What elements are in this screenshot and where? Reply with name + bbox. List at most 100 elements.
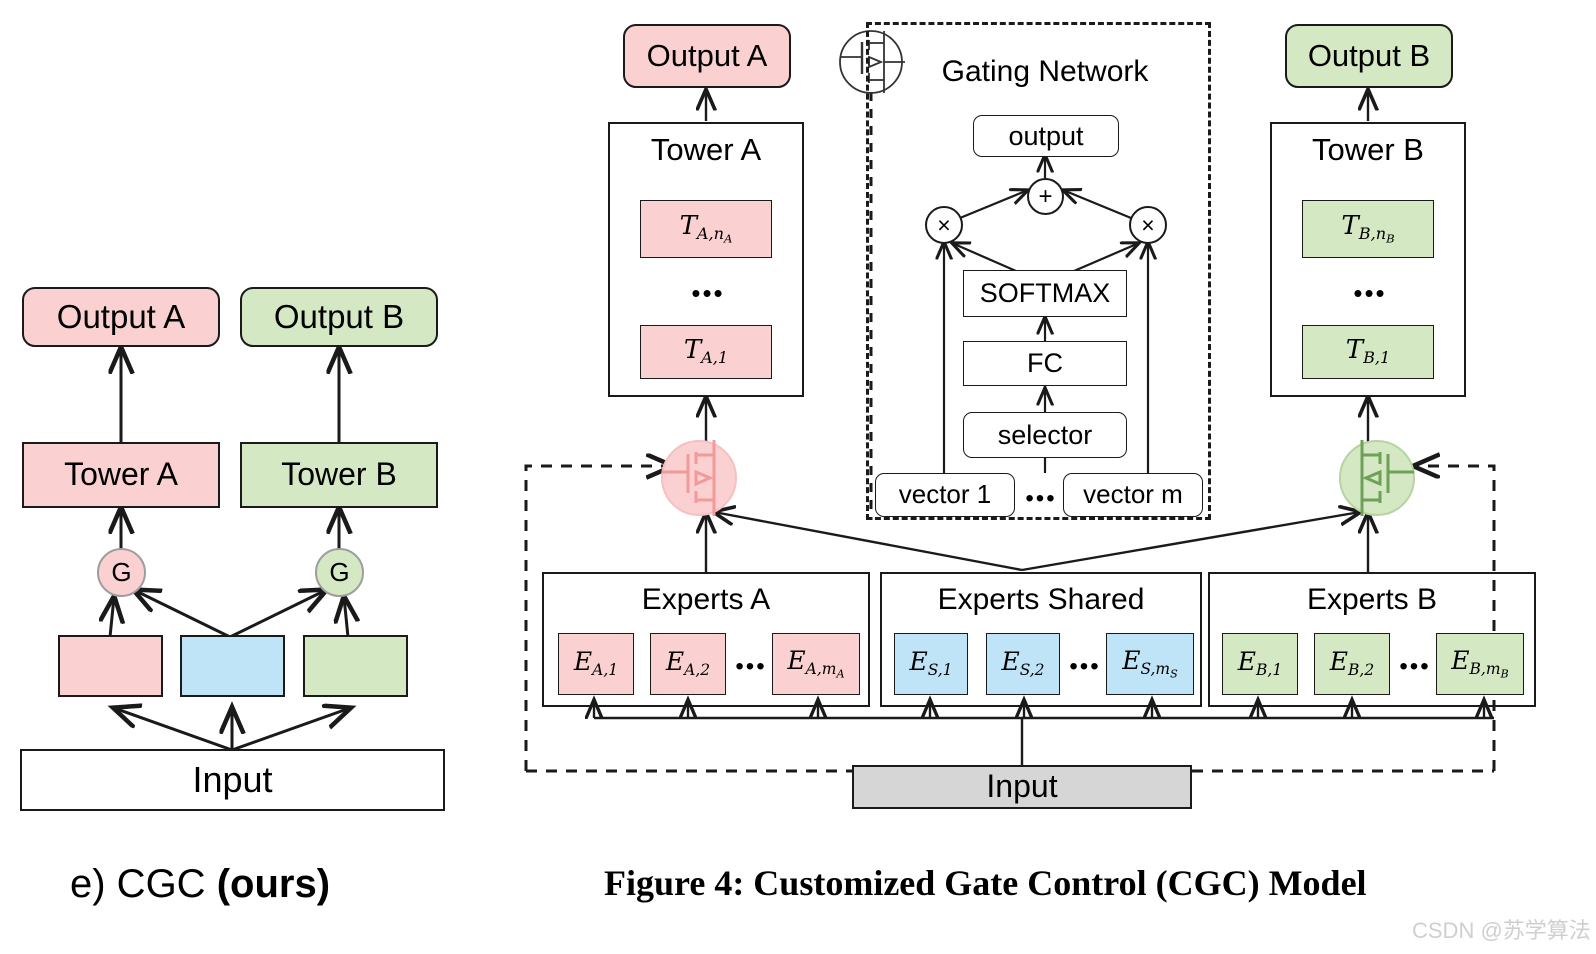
tower-a-layer-bottom-label: TA,1 xyxy=(683,334,728,367)
gating-fc[interactable]: FC xyxy=(963,341,1127,386)
expert-b-1-label: EB,1 xyxy=(1237,647,1283,680)
expert-a-2[interactable]: EA,2 xyxy=(650,633,726,695)
tower-a-layer-bottom[interactable]: TA,1 xyxy=(640,325,772,379)
left-output-b-label: Output B xyxy=(273,297,405,335)
gating-mult-left-label: × xyxy=(937,211,951,238)
gating-vector-ellipsis: ••• xyxy=(1019,487,1063,511)
csdn-watermark: CSDN @苏学算法 xyxy=(1412,913,1591,945)
gating-vector-first[interactable]: vector 1 xyxy=(875,473,1015,517)
left-output-a[interactable]: Output A xyxy=(22,287,220,347)
experts-shared-title: Experts Shared xyxy=(880,583,1202,617)
left-output-a-label: Output A xyxy=(56,297,186,335)
right-output-a-label: Output A xyxy=(646,37,768,73)
expert-b-m-sub: B,m xyxy=(1469,659,1501,678)
expert-a-m-sub: A,m xyxy=(805,659,837,678)
tower-b-layer-bottom[interactable]: TB,1 xyxy=(1302,325,1434,379)
left-tower-b[interactable]: Tower B xyxy=(240,442,438,508)
expert-b-2[interactable]: EB,2 xyxy=(1314,633,1390,695)
tower-a-title-label: Tower A xyxy=(650,132,762,167)
figure-canvas: Output A Output B Tower A Tower B G G In… xyxy=(0,0,1596,954)
expert-b-m-label: EB,mB xyxy=(1451,647,1509,681)
gating-vector-last-label: vector m xyxy=(1083,479,1183,510)
left-expert-block-green[interactable] xyxy=(303,635,408,697)
right-input[interactable]: Input xyxy=(852,765,1192,809)
expert-s-m[interactable]: ES,mS xyxy=(1106,633,1194,695)
expert-s-2-sym: E xyxy=(1001,647,1020,677)
experts-b-title-label: Experts B xyxy=(1306,583,1438,616)
tower-b-layer-bottom-label: TB,1 xyxy=(1345,334,1391,367)
left-caption-bold: (ours) xyxy=(216,862,331,906)
expert-b-m[interactable]: EB,mB xyxy=(1436,633,1524,695)
expert-s-m-subsub: S xyxy=(1170,667,1178,681)
gating-vector-ellipsis-label: ••• xyxy=(1025,485,1057,512)
tower-a-layer-top-label: TA,nA xyxy=(679,211,733,246)
left-gate-a[interactable]: G xyxy=(97,548,146,597)
gating-mult-right-node: × xyxy=(1129,206,1167,244)
tower-a-ellipsis: ••• xyxy=(688,280,728,306)
expert-b-1-sub: B,1 xyxy=(1256,661,1283,680)
expert-s-1-sub: S,1 xyxy=(927,661,953,680)
gating-vector-last[interactable]: vector m xyxy=(1063,473,1203,517)
tower-a-title: Tower A xyxy=(608,132,804,168)
left-output-b[interactable]: Output B xyxy=(240,287,438,347)
expert-b-1[interactable]: EB,1 xyxy=(1222,633,1298,695)
expert-s-2-label: ES,2 xyxy=(1001,647,1045,680)
expert-b-2-sub: B,2 xyxy=(1348,661,1375,680)
tower-a-layer-top-sym: T xyxy=(679,211,697,242)
left-input[interactable]: Input xyxy=(20,749,445,811)
experts-b-ellipsis: ••• xyxy=(1394,655,1436,679)
expert-a-m-subsub: A xyxy=(836,667,845,681)
left-tower-a-label: Tower A xyxy=(64,456,178,493)
gating-network-title-label: Gating Network xyxy=(941,55,1149,88)
experts-a-ellipsis: ••• xyxy=(730,655,772,679)
experts-a-title-label: Experts A xyxy=(641,583,771,616)
gating-output[interactable]: output xyxy=(973,115,1119,157)
right-output-a[interactable]: Output A xyxy=(623,24,791,88)
gating-softmax[interactable]: SOFTMAX xyxy=(963,270,1127,317)
gating-selector[interactable]: selector xyxy=(963,412,1127,458)
gating-softmax-label: SOFTMAX xyxy=(979,278,1111,309)
expert-s-1-sym: E xyxy=(909,647,928,677)
tower-a-layer-bottom-sym: T xyxy=(683,334,702,365)
left-expert-block-blue[interactable] xyxy=(180,635,285,697)
expert-a-1-sym: E xyxy=(573,647,593,677)
expert-b-1-sym: E xyxy=(1237,647,1257,677)
right-output-b[interactable]: Output B xyxy=(1285,24,1453,88)
left-gate-b[interactable]: G xyxy=(315,548,364,597)
figure-caption-label: Figure 4: Customized Gate Control (CGC) … xyxy=(604,863,1367,903)
expert-s-2[interactable]: ES,2 xyxy=(986,633,1060,695)
left-input-label: Input xyxy=(192,759,273,801)
left-expert-block-pink[interactable] xyxy=(58,635,163,697)
experts-b-title: Experts B xyxy=(1208,583,1536,617)
gating-plus-node: + xyxy=(1027,178,1064,215)
experts-b-ellipsis-label: ••• xyxy=(1399,653,1431,680)
expert-a-1-label: EA,1 xyxy=(573,647,619,680)
experts-shared-ellipsis: ••• xyxy=(1064,655,1106,679)
expert-a-1-sub: A,1 xyxy=(592,661,619,680)
gating-mult-right-label: × xyxy=(1141,211,1155,238)
expert-b-2-sym: E xyxy=(1329,647,1349,677)
tower-b-layer-top[interactable]: TB,nB xyxy=(1302,200,1434,258)
tower-a-layer-top-subsub: A xyxy=(724,231,733,246)
expert-s-m-sym: E xyxy=(1122,646,1141,675)
expert-a-m[interactable]: EA,mA xyxy=(772,633,860,695)
gating-mult-left-node: × xyxy=(925,206,963,244)
expert-a-m-sym: E xyxy=(787,646,806,675)
gating-output-label: output xyxy=(1008,120,1084,151)
tower-b-layer-bottom-sym: T xyxy=(1345,334,1364,365)
tower-b-layer-top-subsub: B xyxy=(1386,231,1395,246)
expert-b-m-subsub: B xyxy=(1500,667,1509,681)
expert-s-m-sub: S,m xyxy=(1140,659,1171,678)
figure-caption: Figure 4: Customized Gate Control (CGC) … xyxy=(604,862,1367,904)
gating-vector-first-label: vector 1 xyxy=(898,479,992,510)
tower-a-layer-top[interactable]: TA,nA xyxy=(640,200,772,258)
expert-s-2-sub: S,2 xyxy=(1019,661,1045,680)
experts-shared-ellipsis-label: ••• xyxy=(1069,653,1101,680)
expert-a-1[interactable]: EA,1 xyxy=(558,633,634,695)
tower-b-layer-top-label: TB,nB xyxy=(1341,212,1395,246)
tower-b-title-label: Tower B xyxy=(1312,132,1424,167)
gating-plus-label: + xyxy=(1038,182,1053,210)
expert-s-1[interactable]: ES,1 xyxy=(894,633,968,695)
left-tower-a[interactable]: Tower A xyxy=(22,442,220,508)
expert-a-2-label: EA,2 xyxy=(666,649,710,679)
